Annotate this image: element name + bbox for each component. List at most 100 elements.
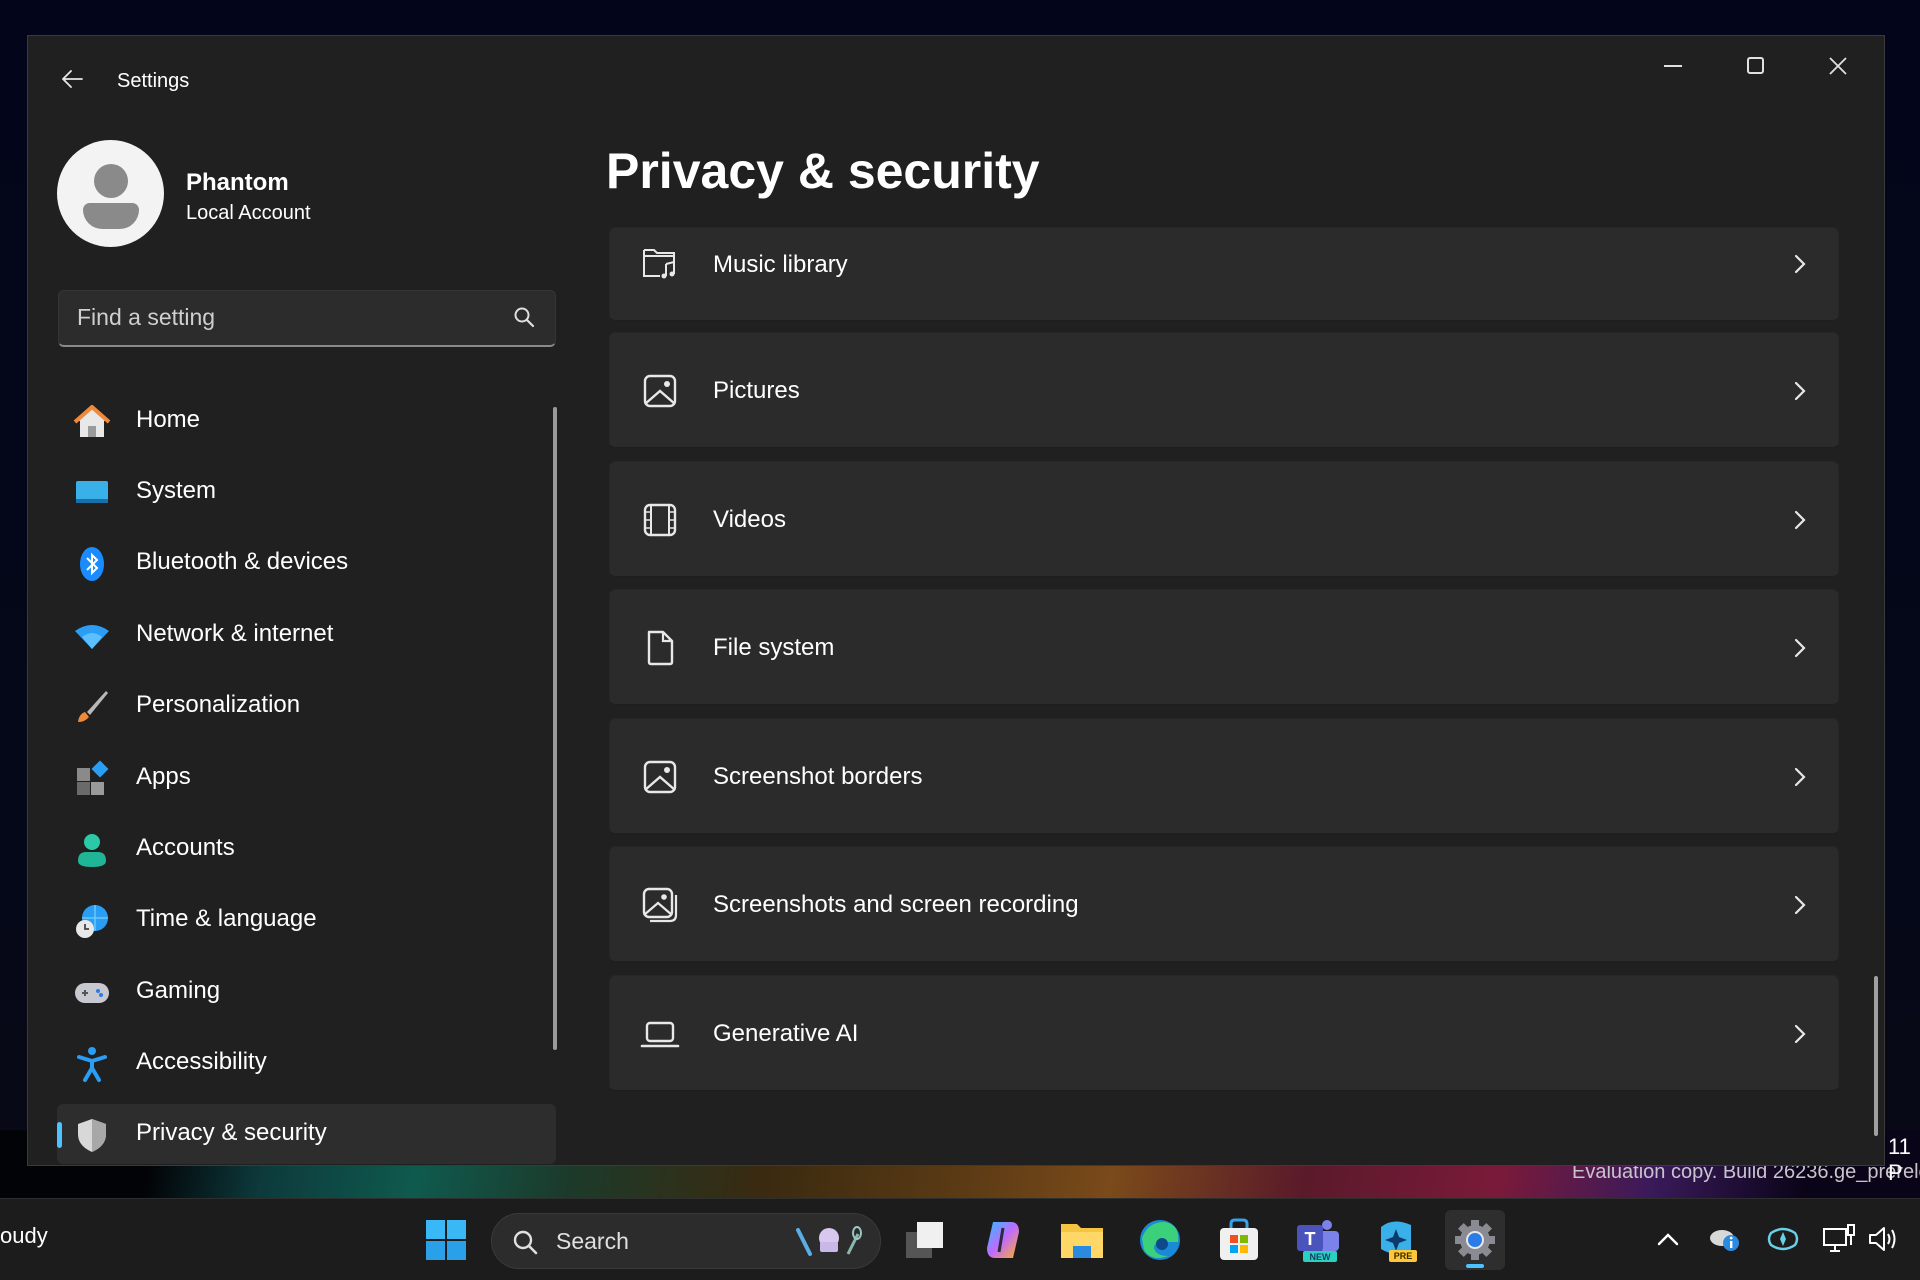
onedrive-tray-button[interactable] xyxy=(1707,1221,1743,1257)
task-view-icon xyxy=(906,1222,943,1258)
setting-card-pictures[interactable]: Pictures xyxy=(609,332,1839,448)
nav-label: Accounts xyxy=(136,834,235,861)
svg-text:T: T xyxy=(1305,1229,1316,1249)
sidebar-item-accessibility[interactable]: Accessibility xyxy=(57,1033,556,1093)
sidebar-item-system[interactable]: System xyxy=(57,462,556,522)
copilot-button[interactable] xyxy=(973,1210,1033,1270)
picture-icon xyxy=(643,374,677,408)
sidebar-item-bluetooth[interactable]: Bluetooth & devices xyxy=(57,533,556,593)
nav-label: Accessibility xyxy=(136,1048,267,1075)
apps-icon xyxy=(77,760,109,795)
nav-label: Apps xyxy=(136,763,191,790)
setting-card-music-library[interactable]: Music library xyxy=(609,227,1839,321)
chevron-right-icon xyxy=(1794,381,1806,401)
card-label: Music library xyxy=(713,251,848,278)
edge-icon xyxy=(1140,1220,1180,1260)
clock-partial: 11 P xyxy=(1888,1134,1911,1185)
selected-indicator xyxy=(57,1122,62,1148)
nav-label: Home xyxy=(136,406,201,433)
accessibility-icon xyxy=(77,1047,107,1082)
running-indicator xyxy=(1466,1264,1484,1268)
file-explorer-button[interactable] xyxy=(1052,1210,1112,1270)
bluetooth-icon xyxy=(80,547,104,581)
network-wired-icon xyxy=(1823,1224,1855,1252)
music-folder-icon xyxy=(643,249,675,279)
setting-card-screenshots-recording[interactable]: Screenshots and screen recording xyxy=(609,846,1839,962)
nav-label: Network & internet xyxy=(136,620,334,647)
screenshots-icon xyxy=(642,887,678,923)
settings-list: Music library Pictures Videos File syste… xyxy=(609,227,1839,1165)
microsoft-store-button[interactable] xyxy=(1209,1210,1269,1270)
minimize-button[interactable] xyxy=(1639,42,1709,90)
search-icon xyxy=(513,1230,538,1255)
volume-tray-button[interactable] xyxy=(1866,1221,1902,1257)
teams-new-badge: NEW xyxy=(1310,1252,1332,1262)
maximize-button[interactable] xyxy=(1721,42,1791,90)
minimize-icon xyxy=(1664,65,1682,67)
search-icon[interactable] xyxy=(513,306,537,330)
copilot-pre-button[interactable]: PRE xyxy=(1366,1210,1426,1270)
volume-icon xyxy=(1869,1227,1896,1251)
picture-icon xyxy=(643,760,677,794)
close-button[interactable] xyxy=(1803,42,1873,90)
task-view-button[interactable] xyxy=(895,1210,955,1270)
copilot-icon xyxy=(987,1222,1019,1258)
sidebar-scrollbar[interactable] xyxy=(553,407,557,1050)
copilot-pre-badge: PRE xyxy=(1394,1251,1413,1261)
maximize-icon xyxy=(1747,57,1764,74)
setting-card-generative-ai[interactable]: Generative AI xyxy=(609,975,1839,1091)
sidebar-item-accounts[interactable]: Accounts xyxy=(57,819,556,879)
card-label: Generative AI xyxy=(713,1020,859,1047)
paintbrush-icon xyxy=(78,691,108,722)
app-title: Settings xyxy=(117,70,190,92)
system-icon xyxy=(76,481,108,503)
chevron-up-icon xyxy=(1657,1233,1679,1246)
account-type: Local Account xyxy=(186,202,311,224)
copilot-tray-button[interactable] xyxy=(1765,1221,1801,1257)
gamepad-icon xyxy=(75,983,109,1003)
find-setting-search[interactable] xyxy=(58,290,556,347)
sidebar-item-gaming[interactable]: Gaming xyxy=(57,962,556,1022)
sidebar-item-personalization[interactable]: Personalization xyxy=(57,676,556,736)
sidebar-item-apps[interactable]: Apps xyxy=(57,748,556,808)
card-label: Screenshot borders xyxy=(713,763,923,790)
sidebar-item-network[interactable]: Network & internet xyxy=(57,605,556,665)
nav-label: Bluetooth & devices xyxy=(136,548,349,575)
chevron-right-icon xyxy=(1794,638,1806,658)
start-button[interactable] xyxy=(416,1210,476,1270)
title-bar: Settings xyxy=(28,36,1884,116)
settings-taskbar-button[interactable] xyxy=(1445,1210,1505,1270)
back-button[interactable] xyxy=(54,62,90,96)
avatar xyxy=(57,140,164,247)
taskbar-search[interactable]: Search xyxy=(491,1213,881,1269)
search-input[interactable] xyxy=(77,291,497,344)
setting-card-file-system[interactable]: File system xyxy=(609,589,1839,705)
chevron-right-icon xyxy=(1794,895,1806,915)
sidebar-item-privacy-security[interactable]: Privacy & security xyxy=(57,1104,556,1164)
teams-button[interactable]: T NEW xyxy=(1288,1210,1348,1270)
teams-icon: T NEW xyxy=(1297,1220,1339,1262)
copilot-pre-icon: PRE xyxy=(1381,1221,1417,1262)
nav-label: Time & language xyxy=(136,905,317,932)
store-icon xyxy=(1220,1218,1258,1260)
accounts-icon xyxy=(78,834,106,867)
sidebar-item-home[interactable]: Home xyxy=(57,391,556,451)
content-scrollbar[interactable] xyxy=(1874,976,1878,1136)
windows-start-icon xyxy=(426,1220,466,1260)
weather-widget-text[interactable]: oudy xyxy=(0,1223,48,1249)
card-label: File system xyxy=(713,634,835,661)
chevron-right-icon xyxy=(1794,767,1806,787)
edge-button[interactable] xyxy=(1130,1210,1190,1270)
wifi-icon xyxy=(75,625,109,649)
settings-gear-icon xyxy=(1455,1220,1495,1260)
show-hidden-icons-button[interactable] xyxy=(1650,1221,1686,1257)
nav-label: Privacy & security xyxy=(136,1119,327,1146)
laptop-icon xyxy=(640,1021,680,1048)
sidebar-item-time-language[interactable]: Time & language xyxy=(57,890,556,950)
network-tray-button[interactable] xyxy=(1821,1221,1857,1257)
page-title: Privacy & security xyxy=(606,143,1040,199)
card-label: Pictures xyxy=(713,377,800,404)
copilot-tray-icon xyxy=(1767,1227,1799,1251)
setting-card-screenshot-borders[interactable]: Screenshot borders xyxy=(609,718,1839,834)
setting-card-videos[interactable]: Videos xyxy=(609,461,1839,577)
